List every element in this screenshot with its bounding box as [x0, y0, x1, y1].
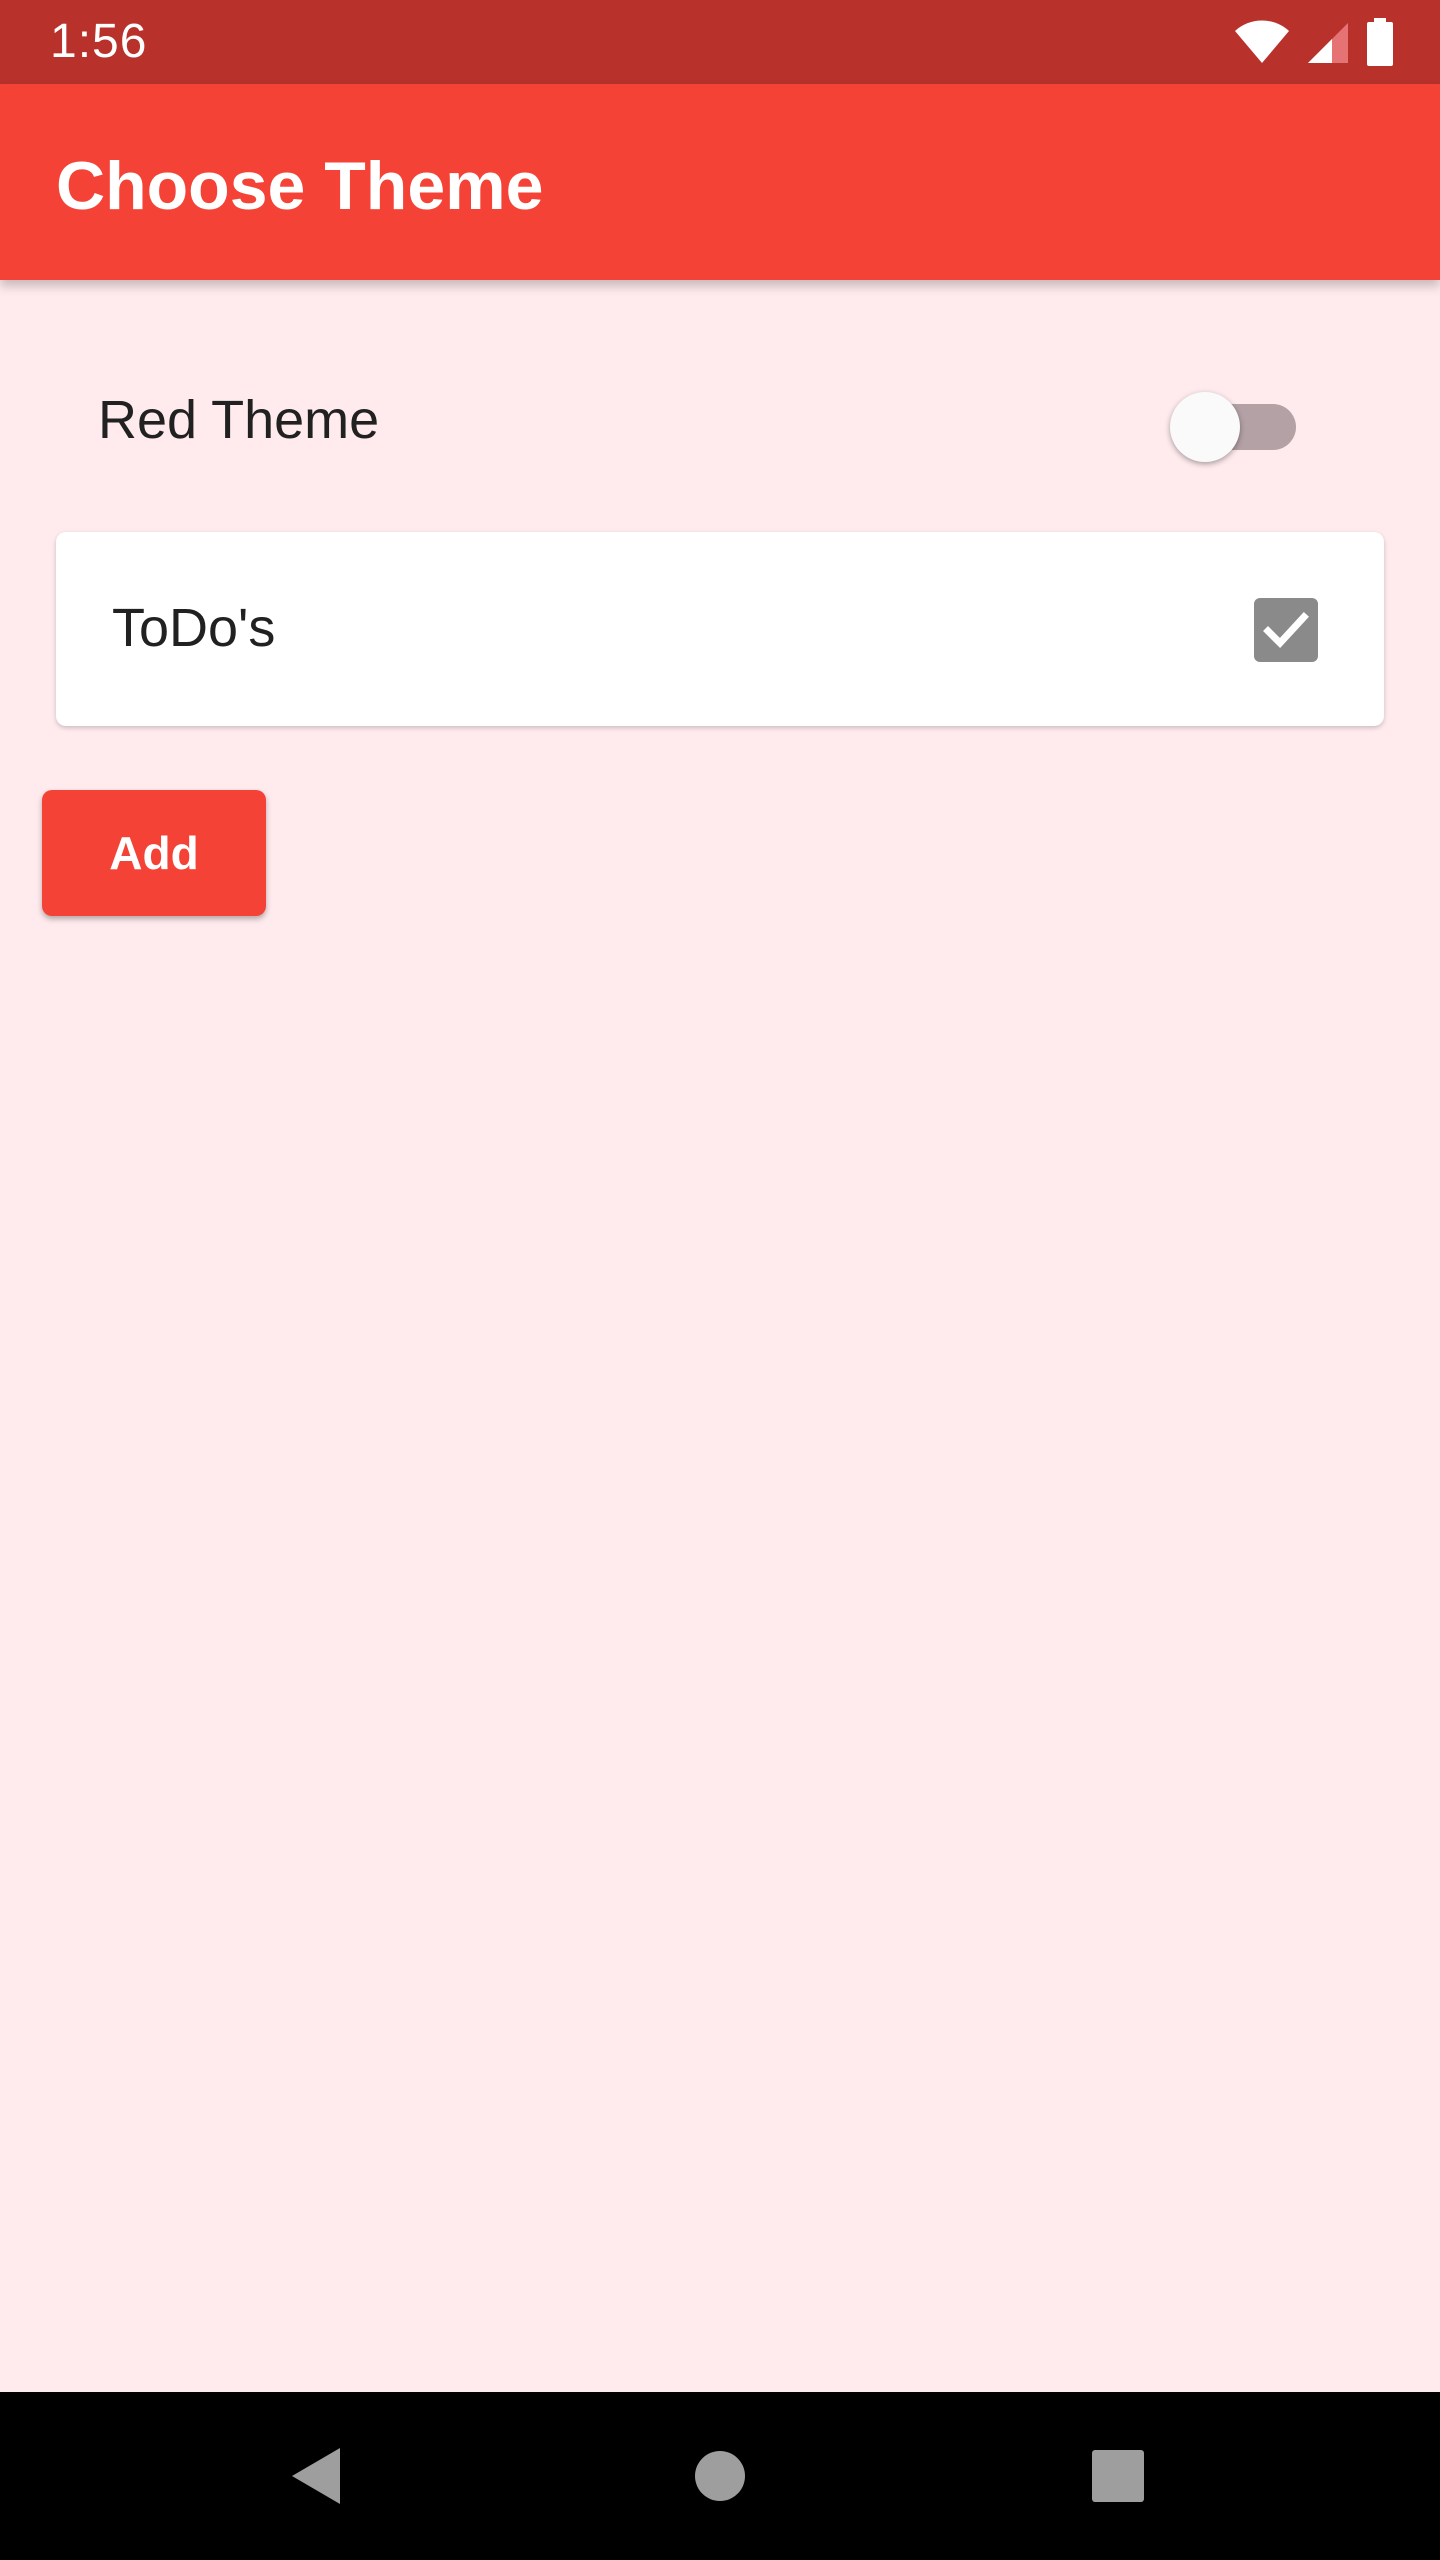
app-bar: Choose Theme	[0, 84, 1440, 280]
checkmark-icon	[1263, 612, 1309, 649]
red-theme-label: Red Theme	[98, 390, 380, 450]
todo-checkbox[interactable]	[1254, 598, 1318, 662]
signal-icon	[1306, 19, 1350, 65]
recents-icon	[1092, 2450, 1144, 2502]
theme-setting-row: Red Theme	[0, 360, 1440, 480]
battery-icon	[1366, 18, 1394, 66]
back-button[interactable]	[278, 2436, 358, 2516]
navigation-bar	[0, 2392, 1440, 2560]
todo-label: ToDo's	[112, 598, 276, 658]
add-button[interactable]: Add	[42, 790, 266, 916]
page-title: Choose Theme	[56, 148, 544, 224]
status-time: 1:56	[50, 15, 148, 68]
screen: 1:56 Choose Theme Red Theme ToDo's Add	[0, 0, 1440, 2560]
switch-thumb	[1170, 392, 1240, 462]
red-theme-switch[interactable]	[1170, 384, 1300, 462]
recents-button[interactable]	[1078, 2436, 1158, 2516]
wifi-icon	[1234, 19, 1290, 65]
status-icons	[1234, 18, 1394, 66]
back-icon	[292, 2448, 340, 2504]
home-button[interactable]	[680, 2436, 760, 2516]
home-icon	[695, 2451, 745, 2501]
status-bar: 1:56	[0, 0, 1440, 84]
todo-card[interactable]: ToDo's	[56, 532, 1384, 726]
